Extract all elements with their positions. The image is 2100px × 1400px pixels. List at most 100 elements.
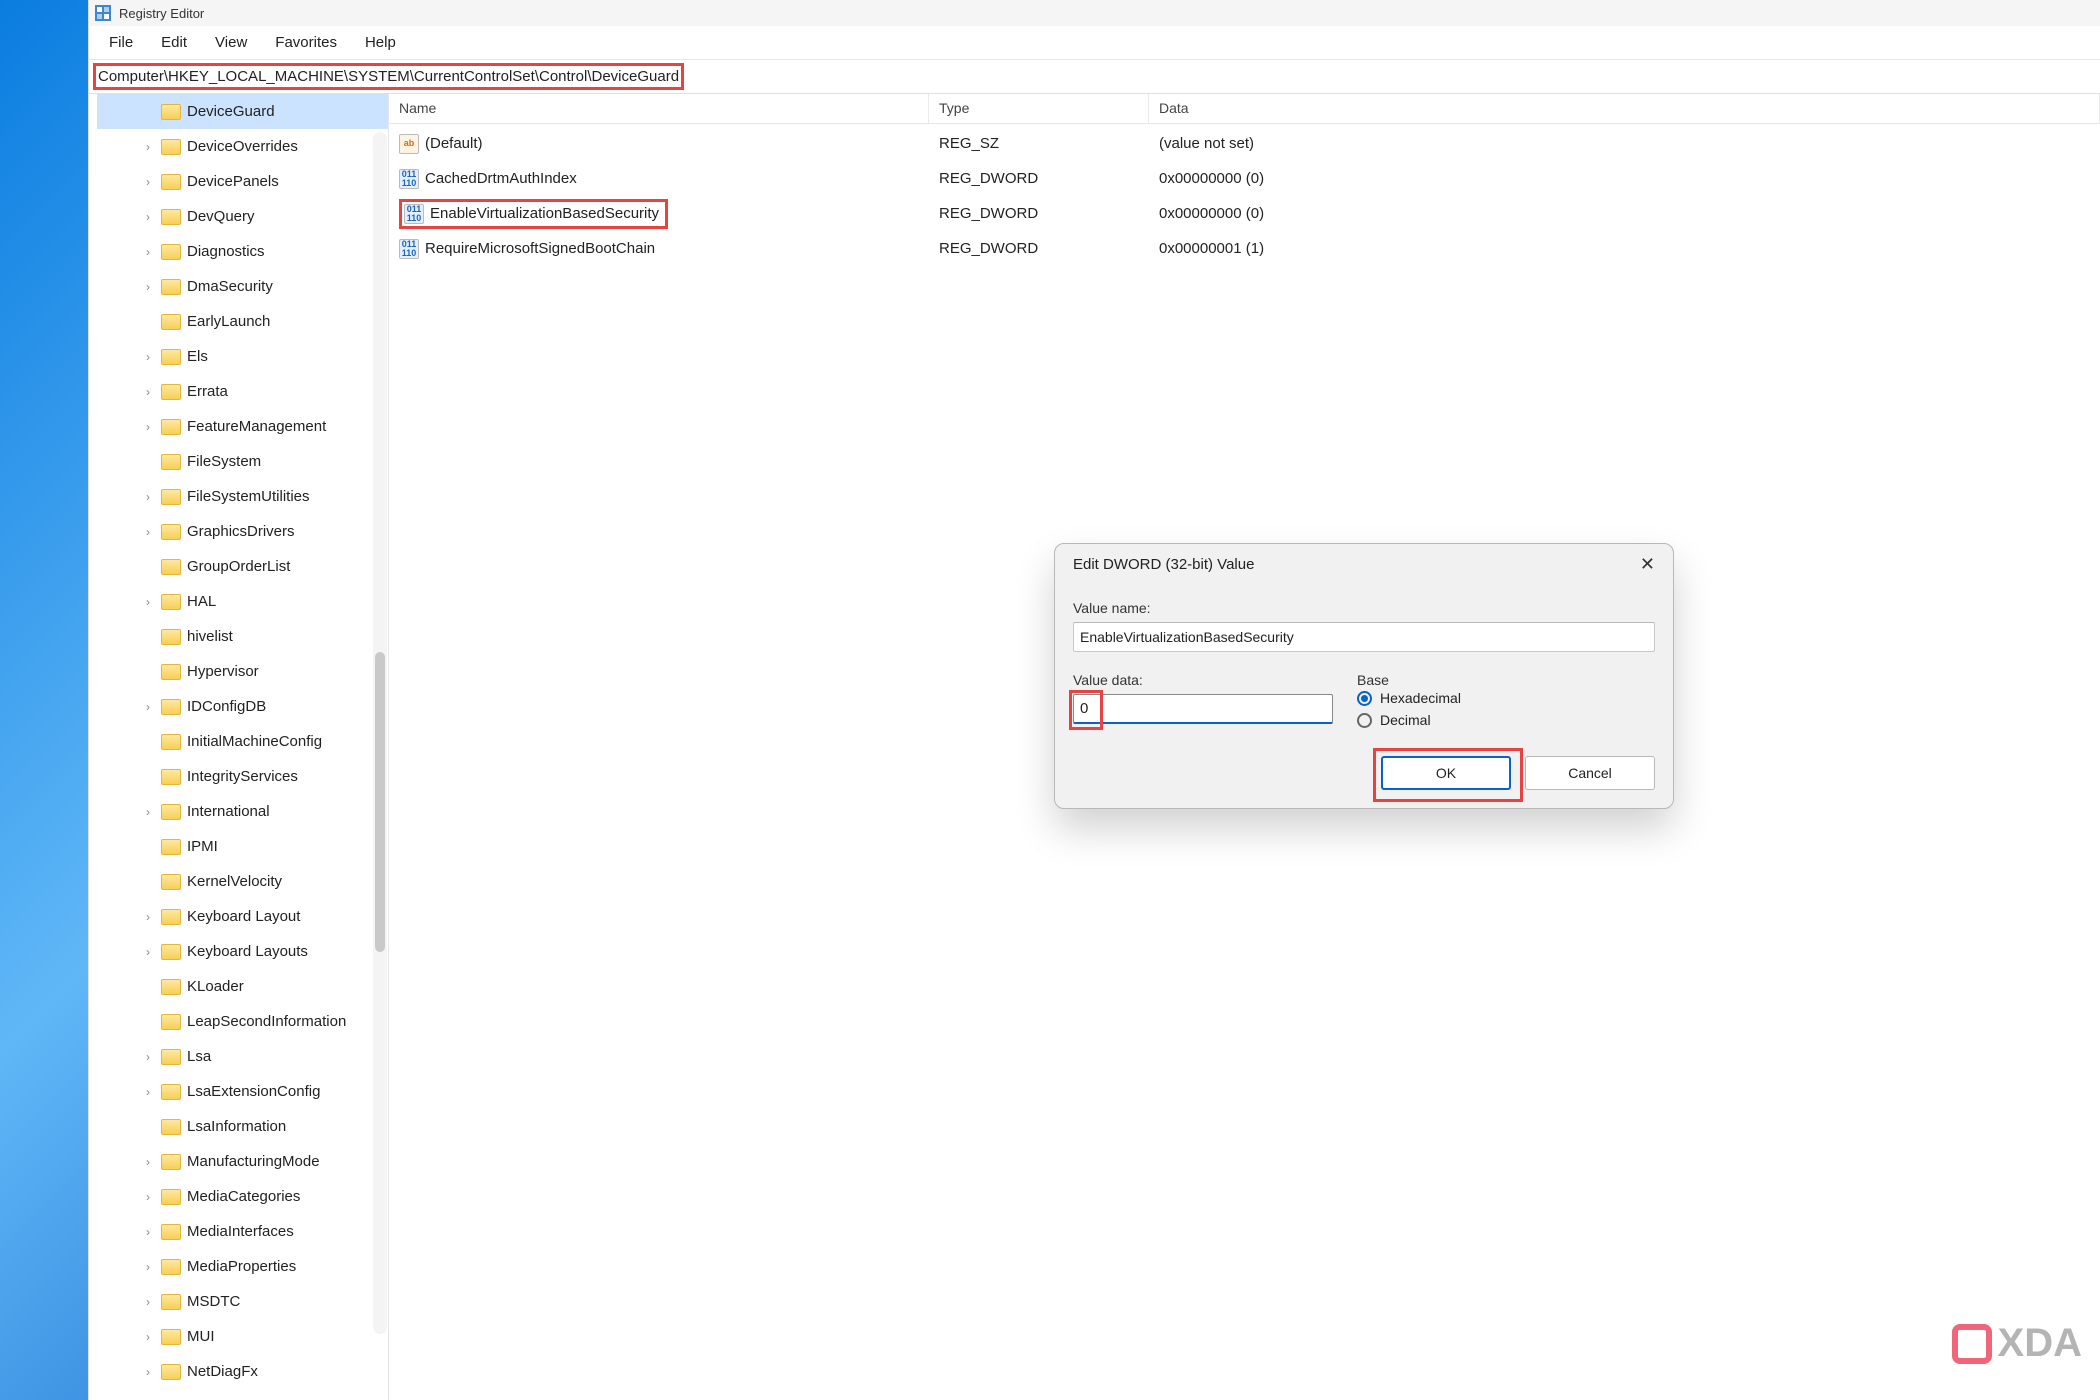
tree-item[interactable]: IntegrityServices <box>97 759 388 794</box>
tree-item-label: ManufacturingMode <box>187 1153 320 1170</box>
chevron-right-icon[interactable]: › <box>141 175 155 189</box>
value-name-input[interactable] <box>1073 622 1655 652</box>
tree-item[interactable]: KLoader <box>97 969 388 1004</box>
tree-item-label: InitialMachineConfig <box>187 733 322 750</box>
value-data: 0x00000000 (0) <box>1149 170 2100 187</box>
chevron-right-icon[interactable]: › <box>141 140 155 154</box>
tree-scrollbar[interactable] <box>373 132 387 1334</box>
tree-item[interactable]: ›MediaInterfaces <box>97 1214 388 1249</box>
base-dec-option[interactable]: Decimal <box>1357 712 1655 728</box>
list-pane: Name Type Data ab(Default)REG_SZ(value n… <box>389 94 2100 1400</box>
tree-item[interactable]: ›Keyboard Layout <box>97 899 388 934</box>
chevron-right-icon[interactable]: › <box>141 945 155 959</box>
tree-item[interactable]: ›Els <box>97 339 388 374</box>
tree-item[interactable]: ›NetDiagFx <box>97 1354 388 1389</box>
menu-view[interactable]: View <box>201 28 261 57</box>
menu-favorites[interactable]: Favorites <box>261 28 351 57</box>
tree-item[interactable]: ›MediaProperties <box>97 1249 388 1284</box>
tree-item-label: DeviceOverrides <box>187 138 298 155</box>
tree-item[interactable]: › DeviceOverrides <box>97 129 388 164</box>
base-hex-option[interactable]: Hexadecimal <box>1357 690 1655 706</box>
chevron-right-icon[interactable]: › <box>141 595 155 609</box>
scrollbar-thumb[interactable] <box>375 652 385 952</box>
tree-item[interactable]: LeapSecondInformation <box>97 1004 388 1039</box>
tree-item[interactable]: InitialMachineConfig <box>97 724 388 759</box>
close-icon[interactable]: ✕ <box>1640 554 1655 575</box>
folder-icon <box>161 1014 181 1030</box>
chevron-right-icon[interactable]: › <box>141 1330 155 1344</box>
tree-item[interactable]: ›Diagnostics <box>97 234 388 269</box>
folder-icon <box>161 454 181 470</box>
tree-item[interactable]: FileSystem <box>97 444 388 479</box>
tree-item[interactable]: ›International <box>97 794 388 829</box>
tree-item[interactable]: KernelVelocity <box>97 864 388 899</box>
value-type: REG_DWORD <box>929 240 1149 257</box>
tree-item[interactable]: ›Lsa <box>97 1039 388 1074</box>
folder-icon <box>161 874 181 890</box>
tree-item[interactable]: IPMI <box>97 829 388 864</box>
address-path[interactable]: Computer\HKEY_LOCAL_MACHINE\SYSTEM\Curre… <box>93 63 684 90</box>
tree-item[interactable]: ›FileSystemUtilities <box>97 479 388 514</box>
tree-item[interactable]: Hypervisor <box>97 654 388 689</box>
chevron-right-icon[interactable]: › <box>141 350 155 364</box>
ok-button[interactable]: OK <box>1381 756 1511 790</box>
column-type[interactable]: Type <box>929 94 1149 123</box>
tree-item[interactable]: hivelist <box>97 619 388 654</box>
chevron-right-icon[interactable]: › <box>141 385 155 399</box>
tree-item[interactable]: DeviceGuard <box>97 94 388 129</box>
tree-item-label: DevQuery <box>187 208 255 225</box>
tree-item[interactable]: ›DevicePanels <box>97 164 388 199</box>
chevron-right-icon[interactable]: › <box>141 1295 155 1309</box>
column-name[interactable]: Name <box>389 94 929 123</box>
tree-item[interactable]: ›DmaSecurity <box>97 269 388 304</box>
chevron-right-icon[interactable]: › <box>141 420 155 434</box>
list-row[interactable]: 011 110CachedDrtmAuthIndexREG_DWORD0x000… <box>389 161 2100 196</box>
tree-item[interactable]: ›MSDTC <box>97 1284 388 1319</box>
menu-file[interactable]: File <box>95 28 147 57</box>
chevron-right-icon[interactable]: › <box>141 1260 155 1274</box>
chevron-right-icon[interactable]: › <box>141 700 155 714</box>
chevron-right-icon[interactable]: › <box>141 910 155 924</box>
chevron-right-icon[interactable]: › <box>141 525 155 539</box>
list-row[interactable]: 011 110RequireMicrosoftSignedBootChainRE… <box>389 231 2100 266</box>
tree-item[interactable]: ›IDConfigDB <box>97 689 388 724</box>
tree-item[interactable]: LsaInformation <box>97 1109 388 1144</box>
menu-help[interactable]: Help <box>351 28 410 57</box>
value-data-input[interactable] <box>1073 694 1333 724</box>
list-row[interactable]: ab(Default)REG_SZ(value not set) <box>389 126 2100 161</box>
chevron-right-icon[interactable]: › <box>141 1155 155 1169</box>
tree-item-label: GraphicsDrivers <box>187 523 295 540</box>
tree-item[interactable]: ›LsaExtensionConfig <box>97 1074 388 1109</box>
chevron-right-icon[interactable]: › <box>141 245 155 259</box>
tree-item[interactable]: ›MUI <box>97 1319 388 1354</box>
folder-icon <box>161 1084 181 1100</box>
column-data[interactable]: Data <box>1149 94 2100 123</box>
value-data: (value not set) <box>1149 135 2100 152</box>
chevron-right-icon[interactable]: › <box>141 490 155 504</box>
tree-item[interactable]: › GraphicsDrivers <box>97 514 388 549</box>
tree-item[interactable]: ›Errata <box>97 374 388 409</box>
chevron-right-icon[interactable]: › <box>141 210 155 224</box>
folder-icon <box>161 769 181 785</box>
menu-edit[interactable]: Edit <box>147 28 201 57</box>
list-row[interactable]: 011 110EnableVirtualizationBasedSecurity… <box>389 196 2100 231</box>
chevron-right-icon[interactable]: › <box>141 1050 155 1064</box>
tree-item[interactable]: ›HAL <box>97 584 388 619</box>
tree-item[interactable]: › DevQuery <box>97 199 388 234</box>
cancel-button[interactable]: Cancel <box>1525 756 1655 790</box>
folder-icon <box>161 1154 181 1170</box>
tree-item[interactable]: › ManufacturingMode <box>97 1144 388 1179</box>
chevron-right-icon[interactable]: › <box>141 1190 155 1204</box>
tree-item[interactable]: GroupOrderList <box>97 549 388 584</box>
tree-item[interactable]: ›Keyboard Layouts <box>97 934 388 969</box>
tree-item-label: KLoader <box>187 978 244 995</box>
tree-item[interactable]: ›FeatureManagement <box>97 409 388 444</box>
tree-item[interactable]: ›MediaCategories <box>97 1179 388 1214</box>
chevron-right-icon[interactable]: › <box>141 1365 155 1379</box>
chevron-right-icon[interactable]: › <box>141 1225 155 1239</box>
tree-pane[interactable]: DeviceGuard › DeviceOverrides ›DevicePanels… <box>89 94 389 1400</box>
chevron-right-icon[interactable]: › <box>141 1085 155 1099</box>
tree-item[interactable]: EarlyLaunch <box>97 304 388 339</box>
chevron-right-icon[interactable]: › <box>141 805 155 819</box>
chevron-right-icon[interactable]: › <box>141 280 155 294</box>
